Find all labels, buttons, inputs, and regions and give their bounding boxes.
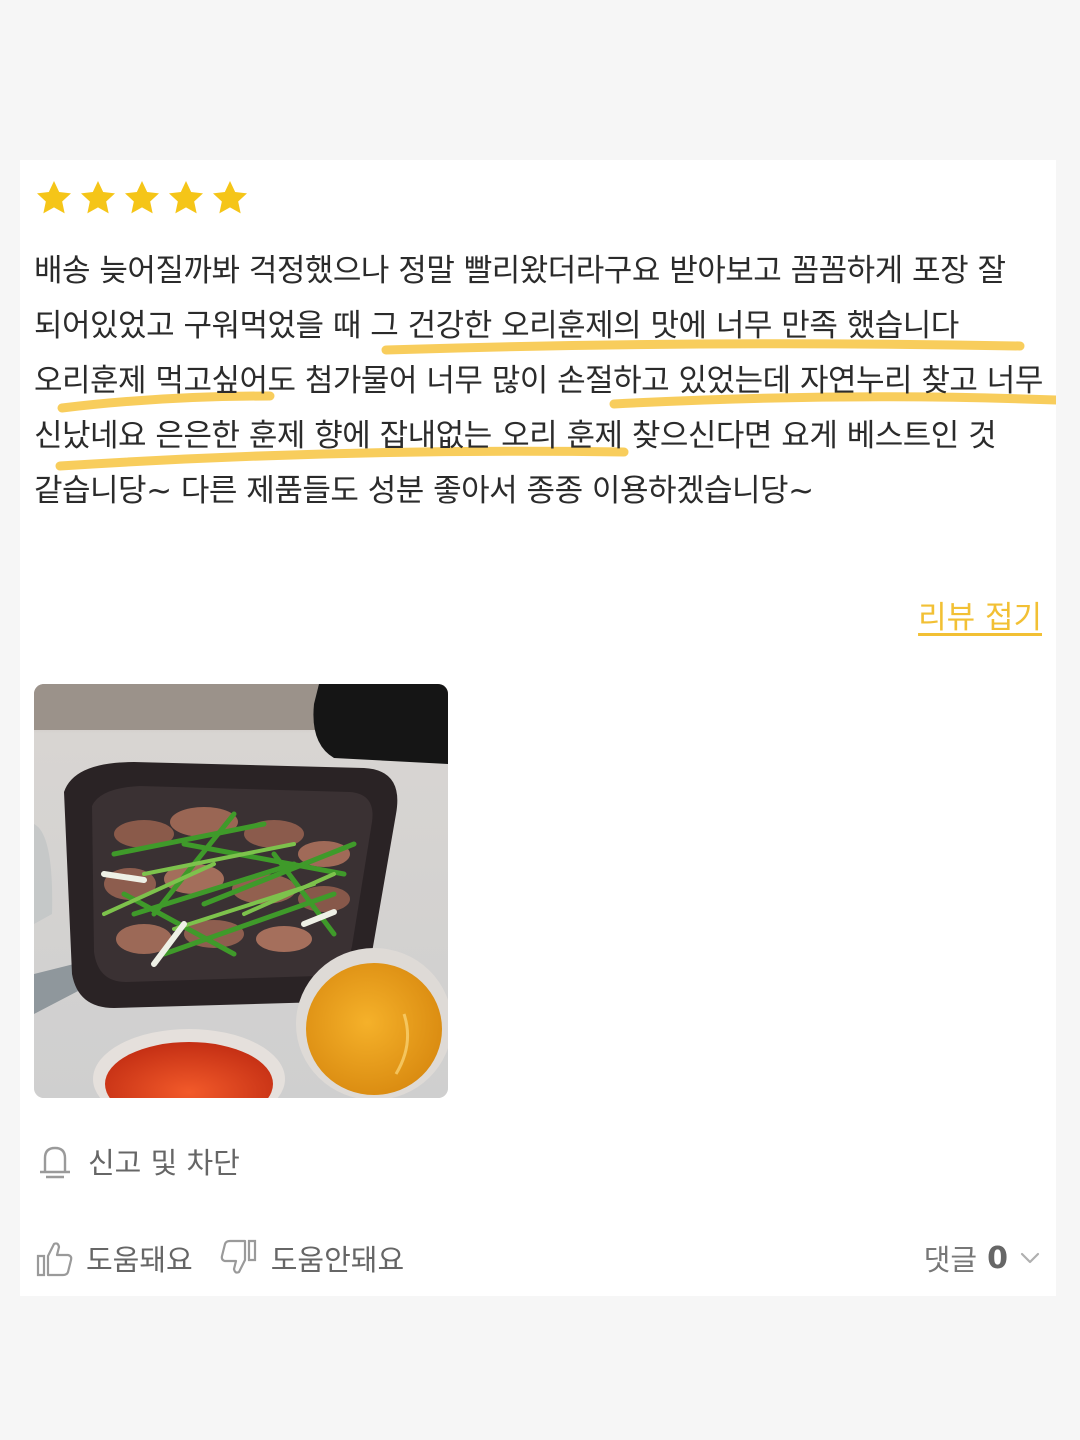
- comments-toggle[interactable]: 댓글 0: [924, 1237, 1042, 1279]
- bell-icon: [40, 1146, 70, 1179]
- report-block-label: 신고 및 차단: [88, 1146, 240, 1180]
- not-helpful-button[interactable]: 도움안돼요: [219, 1237, 404, 1279]
- comments-count: 0: [987, 1240, 1008, 1276]
- star-icon: [37, 181, 71, 214]
- thumbs-down-icon: [220, 1239, 256, 1274]
- star-icon: [169, 181, 203, 214]
- review-text: 배송 늦어질까봐 걱정했으나 정말 빨리왔더라구요 받아보고 꼼꼼하게 포장 잘…: [34, 253, 1043, 509]
- helpful-label: 도움돼요: [86, 1243, 193, 1277]
- star-icon: [125, 181, 159, 214]
- review-photo[interactable]: [34, 684, 448, 1098]
- review-card: 배송 늦어질까봐 걱정했으나 정말 빨리왔더라구요 받아보고 꼼꼼하게 포장 잘…: [20, 160, 1056, 1296]
- star-icon: [213, 181, 247, 214]
- report-block-button[interactable]: 신고 및 차단: [38, 1140, 240, 1182]
- collapse-review-link[interactable]: 리뷰 접기: [918, 592, 1042, 637]
- not-helpful-label: 도움안돼요: [270, 1243, 405, 1277]
- star-icon: [81, 181, 115, 214]
- comments-label: 댓글: [923, 1243, 978, 1277]
- star-rating: [34, 178, 250, 218]
- helpful-button[interactable]: 도움돼요: [34, 1237, 193, 1279]
- chevron-down-icon: [1020, 1252, 1040, 1264]
- food-photo-icon: [34, 684, 448, 1098]
- review-footer: 도움돼요 도움안돼요 댓글 0: [34, 1230, 1042, 1286]
- thumbs-up-icon: [36, 1242, 73, 1277]
